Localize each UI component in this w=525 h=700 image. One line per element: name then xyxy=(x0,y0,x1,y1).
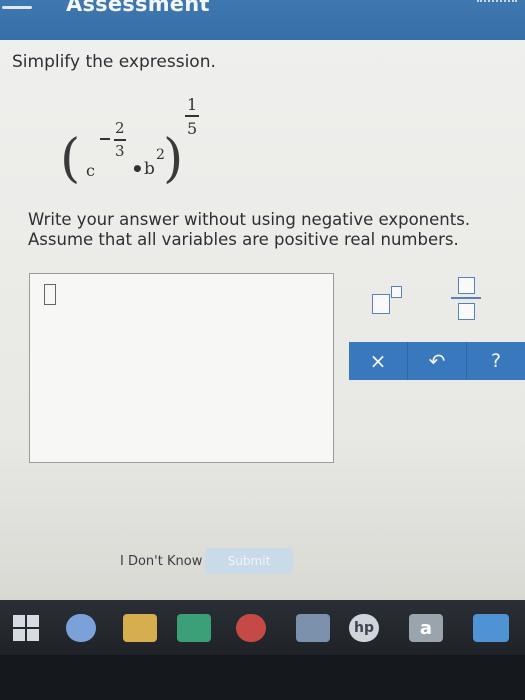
title-right-dots xyxy=(477,0,517,8)
photos-icon[interactable] xyxy=(296,614,330,642)
screen-bottom-edge xyxy=(0,655,525,700)
answer-instruction-line-1: Write your answer without using negative… xyxy=(28,210,471,229)
screen: Assessment Simplify the expression. ( c … xyxy=(0,0,525,700)
fraction-icon xyxy=(451,275,481,321)
internet-explorer-icon[interactable] xyxy=(66,614,96,642)
app-title: Assessment xyxy=(66,0,210,16)
fraction-line xyxy=(451,297,481,299)
outer-exp-fraction-bar xyxy=(185,115,199,117)
left-parenthesis: ( xyxy=(60,129,81,189)
exp1-numerator: 2 xyxy=(115,119,125,137)
taskbar: hp a xyxy=(0,600,525,655)
titlebar: Assessment xyxy=(0,0,525,40)
hp-icon[interactable]: hp xyxy=(349,614,379,642)
submit-button[interactable]: Submit xyxy=(205,548,293,574)
right-parenthesis: ) xyxy=(163,129,184,189)
math-tools xyxy=(356,270,516,332)
exponent-power-box xyxy=(391,286,402,298)
multiply-dot: • xyxy=(131,157,144,181)
dont-know-link[interactable]: I Don't Know xyxy=(120,554,202,569)
answer-input[interactable] xyxy=(29,273,334,463)
amazon-icon[interactable]: a xyxy=(409,614,443,642)
windows-logo xyxy=(13,615,39,641)
math-expression: ( c 2 3 • b 2 ) 1 5 xyxy=(60,95,230,195)
exp1-fraction-bar xyxy=(114,139,126,141)
answer-cursor[interactable] xyxy=(44,284,56,305)
fraction-numerator-box xyxy=(458,277,475,294)
store-icon[interactable] xyxy=(177,614,211,642)
exponent-icon xyxy=(366,278,406,318)
outer-exp-numerator: 1 xyxy=(187,95,198,114)
app-icon[interactable] xyxy=(473,614,509,642)
answer-instruction-line-2: Assume that all variables are positive r… xyxy=(28,230,459,249)
base-b: b xyxy=(144,159,155,179)
clear-button[interactable]: × xyxy=(349,342,408,380)
exponent-button[interactable] xyxy=(362,270,410,326)
answer-instructions: Write your answer without using negative… xyxy=(28,210,470,250)
outer-exp-denominator: 5 xyxy=(187,119,198,138)
fraction-denominator-box xyxy=(458,303,475,320)
menu-line[interactable] xyxy=(2,6,32,9)
help-button[interactable]: ? xyxy=(467,342,525,380)
instruction-text: Simplify the expression. xyxy=(12,52,216,72)
fraction-button[interactable] xyxy=(442,270,490,326)
chrome-icon[interactable] xyxy=(236,614,266,642)
file-explorer-icon[interactable] xyxy=(123,614,157,642)
exponent-base-box xyxy=(372,294,390,314)
base-c: c xyxy=(86,161,95,180)
main-content: Simplify the expression. ( c 2 3 • b 2 )… xyxy=(0,40,525,600)
exp1-denominator: 3 xyxy=(115,142,125,160)
windows-start-icon[interactable] xyxy=(12,614,40,642)
action-bar: × ↶ ? xyxy=(349,342,525,380)
undo-button[interactable]: ↶ xyxy=(408,342,467,380)
negative-sign xyxy=(100,138,110,140)
